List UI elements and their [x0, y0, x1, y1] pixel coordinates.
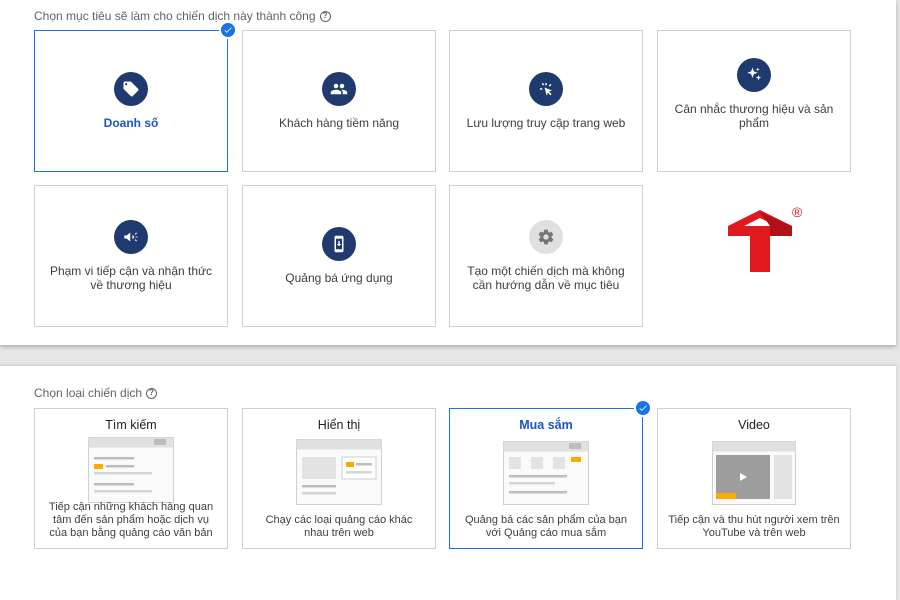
- help-icon[interactable]: ?: [319, 10, 331, 22]
- people-icon: [322, 72, 356, 106]
- type-title: Tìm kiếm: [105, 418, 157, 432]
- display-illustration-icon: [296, 439, 382, 510]
- cursor-click-icon: [529, 72, 563, 106]
- goal-label: Lưu lượng truy cập trang web: [466, 116, 626, 130]
- goal-card-sales[interactable]: Doanh số: [34, 21, 237, 172]
- goal-card-leads[interactable]: Khách hàng tiềm năng: [242, 30, 436, 172]
- goals-section-title: Chọn mục tiêu sẽ làm cho chiến dịch này …: [34, 9, 331, 23]
- search-illustration-icon: [88, 437, 174, 508]
- type-description: Chạy các loại quảng cáo khác nhau trên w…: [265, 514, 413, 539]
- types-section-title: Chọn loại chiến dịch ?: [34, 386, 158, 400]
- type-card-video[interactable]: Video Tiếp cận và thu hút người xem trên…: [657, 408, 851, 549]
- type-description: Tiếp cận và thu hút người xem trên YouTu…: [668, 514, 840, 539]
- goal-label: Khách hàng tiềm năng: [278, 116, 400, 130]
- tag-icon: [114, 72, 148, 106]
- phone-download-icon: [322, 227, 356, 261]
- goal-label: Tạo một chiến dịch mà không cần hướng dẫ…: [467, 264, 625, 292]
- goal-label: Quảng bá ứng dụng: [285, 271, 393, 285]
- type-description: Tiếp cận những khách hàng quan tâm đến s…: [48, 501, 214, 539]
- megaphone-icon: [114, 220, 148, 254]
- goal-label: Phạm vi tiếp cận và nhận thức về thương …: [49, 264, 213, 292]
- gear-icon: [529, 220, 563, 254]
- type-title: Mua sắm: [519, 418, 573, 432]
- shopping-illustration-icon: [503, 441, 589, 510]
- registered-mark: ®: [792, 204, 803, 220]
- video-illustration-icon: [712, 441, 796, 510]
- help-icon[interactable]: ?: [146, 387, 158, 399]
- goals-panel: Chọn mục tiêu sẽ làm cho chiến dịch này …: [0, 0, 896, 345]
- goal-card-brand-consideration[interactable]: Cân nhắc thương hiệu và sản phẩm: [657, 30, 851, 172]
- type-card-search[interactable]: Tìm kiếm Tiếp cận những khách hàng quan …: [34, 408, 228, 549]
- types-title-text: Chọn loại chiến dịch: [34, 386, 143, 400]
- type-title: Hiển thị: [317, 418, 361, 432]
- goal-card-app-promotion[interactable]: Quảng bá ứng dụng: [242, 185, 436, 327]
- type-card-display[interactable]: Hiển thị Chạy các loại quảng cáo khác nh…: [242, 408, 436, 549]
- goal-label: Cân nhắc thương hiệu và sản phẩm: [674, 102, 834, 130]
- goal-label: Doanh số: [103, 116, 159, 130]
- campaign-types-panel: Chọn loại chiến dịch ? Tìm kiếm Tiếp cận…: [0, 366, 896, 600]
- type-card-shopping[interactable]: Mua sắm Quảng bá các sản phẩm của bạn vớ…: [449, 399, 652, 549]
- goal-card-website-traffic[interactable]: Lưu lượng truy cập trang web: [449, 30, 643, 172]
- brand-logo: ®: [724, 204, 814, 281]
- type-title: Video: [738, 418, 770, 432]
- goals-title-text: Chọn mục tiêu sẽ làm cho chiến dịch này …: [34, 9, 316, 23]
- check-icon: [634, 399, 652, 417]
- type-description: Quảng bá các sản phẩm của bạn với Quảng …: [464, 514, 628, 539]
- goal-card-brand-awareness-reach[interactable]: Phạm vi tiếp cận và nhận thức về thương …: [34, 185, 228, 327]
- check-icon: [219, 21, 237, 39]
- sparkle-icon: [737, 58, 771, 92]
- goal-card-no-goal[interactable]: Tạo một chiến dịch mà không cần hướng dẫ…: [449, 185, 643, 327]
